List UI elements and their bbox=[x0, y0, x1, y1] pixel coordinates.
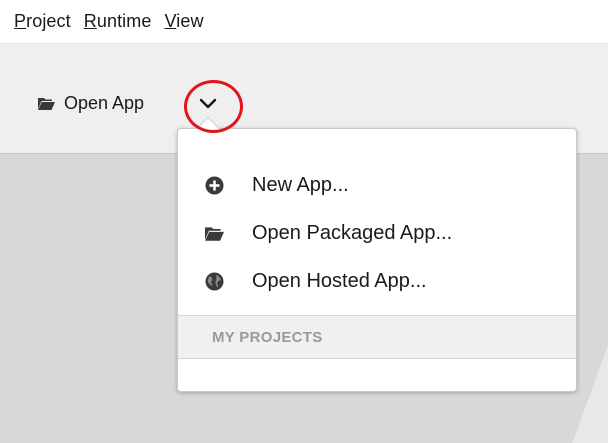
section-header-label: MY PROJECTS bbox=[212, 328, 323, 346]
plus-circle-icon bbox=[204, 175, 224, 195]
open-app-dropdown-menu: New App... Open Packaged App... Open Hos… bbox=[177, 116, 577, 392]
open-app-button[interactable]: Open App bbox=[38, 90, 144, 116]
menu-runtime-mnemonic: R bbox=[83, 11, 97, 31]
menu-view[interactable]: View bbox=[164, 11, 203, 32]
folder-open-icon bbox=[204, 223, 224, 243]
menu-project-label: roject bbox=[26, 11, 71, 31]
menu-runtime-label: untime bbox=[96, 11, 152, 31]
menu-view-label: iew bbox=[176, 11, 204, 31]
menu-item-label: Open Packaged App... bbox=[252, 221, 453, 244]
open-app-dropdown-button[interactable] bbox=[196, 94, 220, 114]
menu-bar: Project Runtime View bbox=[0, 0, 608, 44]
menu-item-open-packaged-app[interactable]: Open Packaged App... bbox=[178, 211, 576, 255]
menu-project[interactable]: Project bbox=[14, 11, 71, 32]
my-projects-section-header: MY PROJECTS bbox=[178, 315, 576, 359]
menu-item-label: Open Hosted App... bbox=[252, 269, 427, 292]
menu-item-new-app[interactable]: New App... bbox=[178, 163, 576, 207]
menu-project-mnemonic: P bbox=[14, 11, 27, 31]
chevron-down-icon bbox=[199, 98, 217, 109]
menu-runtime[interactable]: Runtime bbox=[84, 11, 152, 32]
menu-view-mnemonic: V bbox=[164, 11, 177, 31]
open-app-label: Open App bbox=[64, 92, 145, 113]
menu-item-open-hosted-app[interactable]: Open Hosted App... bbox=[178, 259, 576, 303]
menu-item-label: New App... bbox=[252, 173, 349, 196]
folder-open-icon bbox=[38, 97, 55, 110]
globe-icon bbox=[204, 271, 224, 291]
